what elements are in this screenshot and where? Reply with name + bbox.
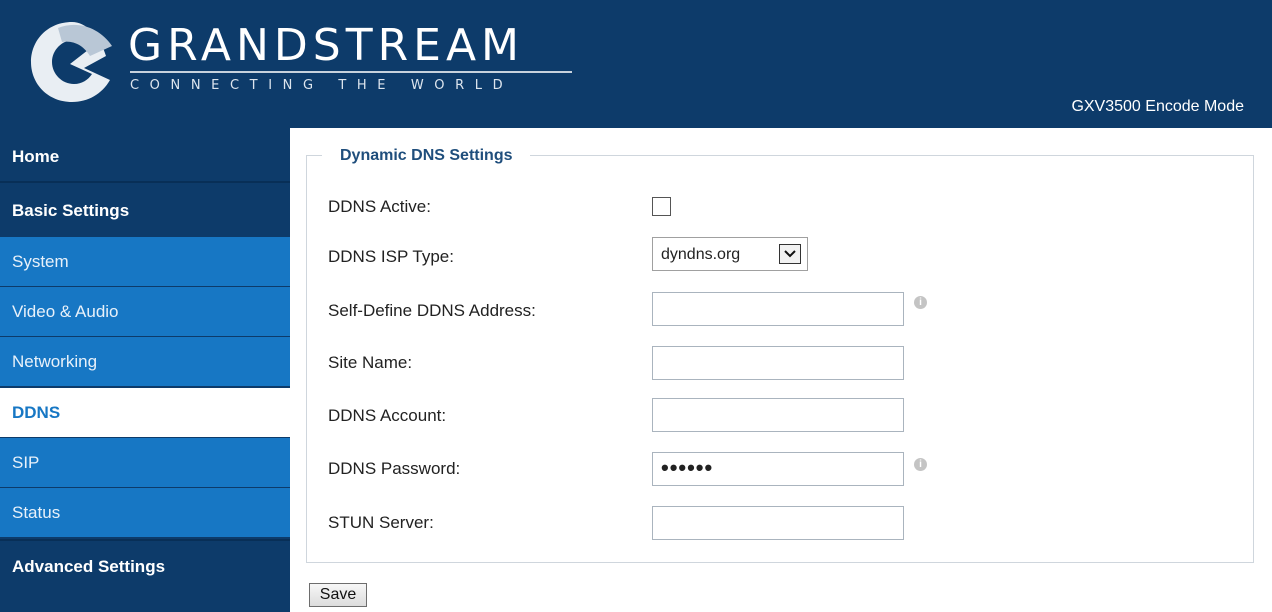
info-icon[interactable]: i <box>914 458 927 471</box>
ddns-active-checkbox[interactable] <box>652 197 671 216</box>
sidebar-item-home[interactable]: Home <box>0 132 290 181</box>
sidebar-item-advanced-settings[interactable]: Advanced Settings <box>0 542 290 591</box>
brand-name: GRANDSTREAM <box>128 20 525 71</box>
header-banner: GRANDSTREAM CONNECTING THE WORLD GXV3500… <box>0 0 1272 128</box>
sidebar-item-system[interactable]: System <box>0 237 290 286</box>
self-define-address-label: Self-Define DDNS Address: <box>328 301 536 320</box>
ddns-account-label: DDNS Account: <box>328 406 447 425</box>
save-button[interactable]: Save <box>309 583 367 607</box>
sidebar-item-status[interactable]: Status <box>0 488 290 537</box>
sidebar-divider <box>0 181 290 183</box>
site-name-input[interactable] <box>652 346 904 380</box>
grandstream-logo-icon <box>31 22 112 102</box>
isp-type-select[interactable]: dyndns.org <box>652 237 808 271</box>
sidebar-item-video-audio[interactable]: Video & Audio <box>0 287 290 336</box>
sidebar-item-sip[interactable]: SIP <box>0 438 290 487</box>
ddns-active-label: DDNS Active: <box>328 197 431 216</box>
ddns-account-input[interactable] <box>652 398 904 432</box>
self-define-address-input[interactable] <box>652 292 904 326</box>
sidebar-item-basic-settings[interactable]: Basic Settings <box>0 186 290 235</box>
site-name-label: Site Name: <box>328 353 413 372</box>
device-mode-label: GXV3500 Encode Mode <box>1071 98 1244 115</box>
panel-title: Dynamic DNS Settings <box>322 145 531 167</box>
sidebar-item-networking[interactable]: Networking <box>0 337 290 386</box>
stun-server-input[interactable] <box>652 506 904 540</box>
chevron-down-icon[interactable] <box>779 244 801 264</box>
ddns-password-input[interactable]: •••••• <box>652 452 904 486</box>
info-icon[interactable]: i <box>914 296 927 309</box>
sidebar-item-ddns[interactable]: DDNS <box>0 388 290 437</box>
isp-type-value: dyndns.org <box>661 246 741 263</box>
isp-type-label: DDNS ISP Type: <box>328 247 454 266</box>
brand-divider <box>130 71 572 73</box>
stun-server-label: STUN Server: <box>328 513 434 532</box>
ddns-password-label: DDNS Password: <box>328 459 461 478</box>
sidebar-nav: Home Basic Settings System Video & Audio… <box>0 128 290 612</box>
sidebar-divider <box>0 539 290 541</box>
brand-tagline: CONNECTING THE WORLD <box>130 78 514 93</box>
